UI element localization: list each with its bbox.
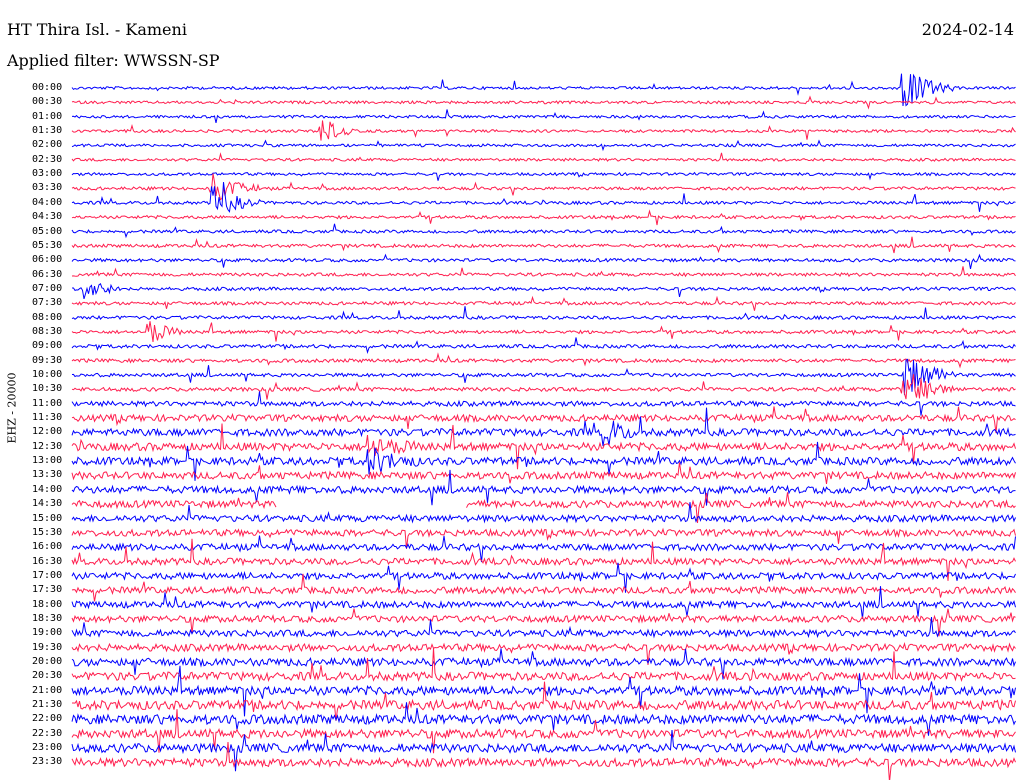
trace-row [71, 337, 1016, 354]
trace-row [71, 406, 1016, 434]
trace-row [71, 73, 1016, 107]
trace-row [71, 95, 1016, 110]
trace-row [71, 352, 1016, 369]
trace-row [71, 535, 1016, 563]
trace-row [71, 562, 1016, 593]
trace-row [71, 182, 1016, 213]
trace-row [71, 139, 1016, 152]
trace-row [71, 407, 1016, 447]
trace-row [71, 321, 1016, 342]
trace-row [71, 266, 1016, 278]
trace-row [71, 573, 1016, 602]
trace-row [71, 253, 1016, 270]
helicorder-plot [71, 73, 1016, 780]
trace-row [71, 462, 1016, 484]
trace-row [72, 283, 1016, 300]
trace-row [71, 374, 1016, 400]
trace-row [71, 391, 1016, 416]
trace-row [71, 223, 1016, 239]
trace-row [71, 209, 1016, 226]
trace-row [71, 236, 1016, 254]
trace-row [71, 152, 1016, 162]
trace-row [71, 120, 1016, 141]
trace-row [71, 295, 1016, 311]
trace-row [71, 173, 1016, 201]
trace-row [71, 306, 1016, 321]
trace-row [71, 109, 1016, 124]
